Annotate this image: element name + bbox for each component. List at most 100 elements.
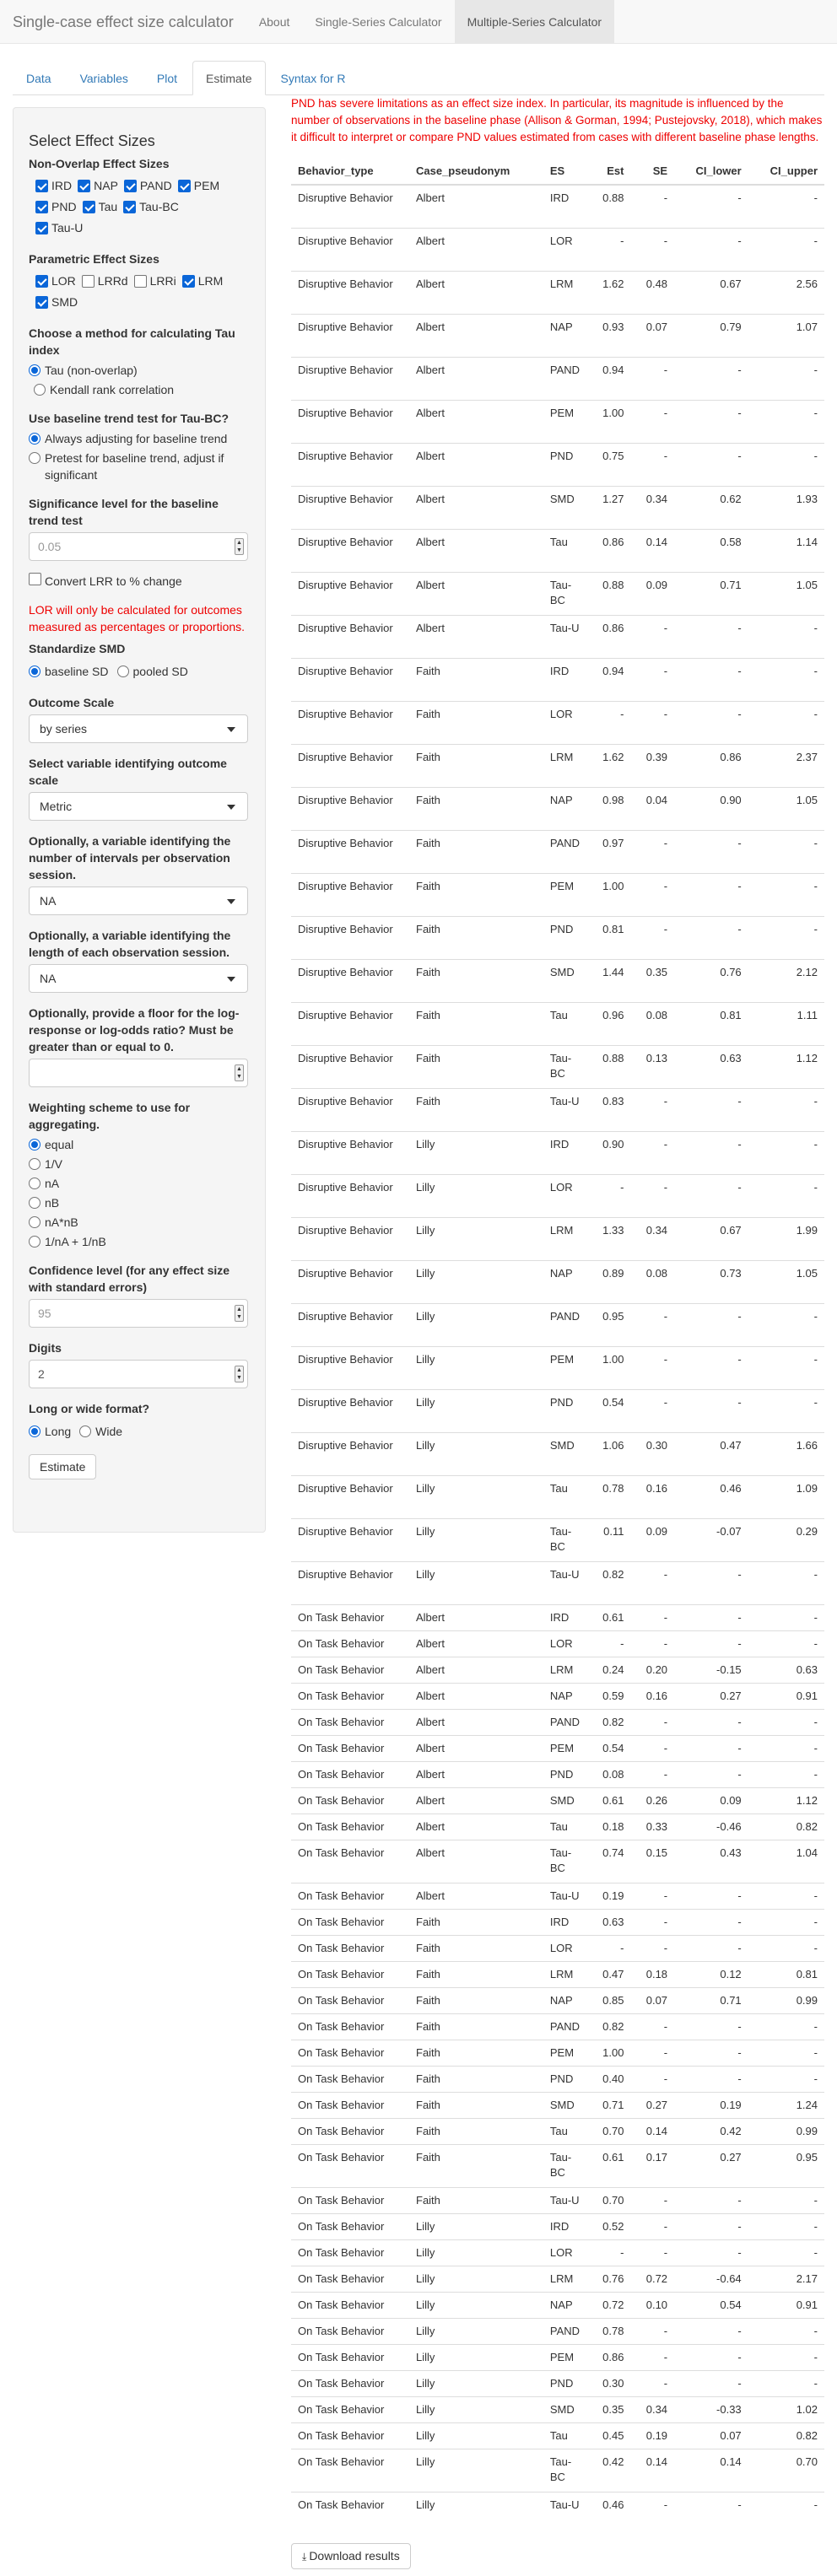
column-header[interactable]: SE	[630, 154, 675, 186]
radio-icon[interactable]	[29, 1178, 40, 1189]
table-cell: Disruptive Behavior	[291, 657, 409, 701]
column-header[interactable]: Case_pseudonym	[409, 154, 543, 186]
checkbox-lrrd[interactable]: LRRd	[81, 271, 128, 292]
checkbox-icon[interactable]	[35, 180, 48, 192]
radio-option[interactable]: Long	[29, 1423, 71, 1440]
radio-icon[interactable]	[29, 1216, 40, 1228]
radio-icon[interactable]	[29, 364, 40, 376]
radio-option[interactable]: Tau (non-overlap)	[29, 362, 250, 379]
radio-option[interactable]: pooled SD	[116, 663, 188, 680]
radio-option[interactable]: Always adjusting for baseline trend	[29, 430, 250, 447]
baseline-trend-radios: Always adjusting for baseline trend Prete…	[29, 430, 250, 483]
download-results-button[interactable]: ⤓ Download results	[291, 2543, 411, 2569]
significance-input[interactable]: 0.05 ▲ ▼	[29, 532, 248, 561]
radio-icon[interactable]	[79, 1425, 92, 1437]
checkbox-icon[interactable]	[133, 275, 147, 288]
checkbox-nap[interactable]: NAP	[78, 175, 118, 197]
spinner-icon[interactable]: ▲ ▼	[235, 1305, 244, 1322]
checkbox-icon[interactable]	[177, 180, 191, 192]
convert-lrr-checkbox[interactable]: Convert LRR to % change	[29, 573, 250, 590]
radio-icon[interactable]	[29, 666, 40, 677]
column-header[interactable]: Behavior_type	[291, 154, 409, 186]
table-cell: -	[630, 2065, 675, 2092]
table-cell: Albert	[409, 614, 543, 658]
radio-option[interactable]: Kendall rank correlation	[29, 381, 250, 398]
table-cell: Disruptive Behavior	[291, 1345, 409, 1389]
radio-icon[interactable]	[116, 666, 129, 677]
checkbox-tau-bc[interactable]: Tau-BC	[123, 197, 179, 218]
nav-about[interactable]: About	[246, 0, 303, 43]
radio-option[interactable]: Wide	[79, 1423, 122, 1440]
table-cell: -	[630, 2369, 675, 2396]
column-header[interactable]: CI_upper	[748, 154, 824, 186]
checkbox-pand[interactable]: PAND	[123, 175, 172, 197]
checkbox-tau-u[interactable]: Tau-U	[35, 218, 83, 239]
outcome-scale-select[interactable]: by series	[29, 714, 248, 743]
spinner-icon[interactable]: ▲ ▼	[235, 1366, 244, 1382]
floor-input[interactable]: ▲ ▼	[29, 1059, 248, 1087]
radio-option[interactable]: nA*nB	[29, 1214, 250, 1231]
checkbox-ird[interactable]: IRD	[35, 175, 72, 197]
checkbox-icon[interactable]	[35, 222, 48, 234]
table-cell: 0.29	[748, 1517, 824, 1561]
radio-option[interactable]: 1/nA + 1/nB	[29, 1233, 250, 1250]
checkbox-icon[interactable]	[123, 201, 137, 213]
checkbox-lor[interactable]: LOR	[35, 271, 76, 292]
tab-syntax[interactable]: Syntax for R	[267, 61, 359, 94]
tab-data[interactable]: Data	[13, 61, 65, 94]
table-cell: -	[630, 1302, 675, 1346]
checkbox-label: PEM	[193, 179, 220, 192]
radio-icon[interactable]	[29, 452, 40, 464]
checkbox-tau[interactable]: Tau	[82, 197, 117, 218]
spinner-icon[interactable]: ▲ ▼	[235, 538, 244, 555]
radio-option[interactable]: baseline SD	[29, 663, 109, 680]
radio-icon[interactable]	[29, 1236, 40, 1248]
table-cell: 0.45	[586, 2422, 631, 2449]
column-header[interactable]: CI_lower	[674, 154, 748, 186]
estimate-button[interactable]: Estimate	[29, 1454, 97, 1479]
checkbox-icon[interactable]	[81, 275, 94, 288]
app-brand[interactable]: Single-case effect size calculator	[0, 0, 246, 43]
spinner-icon[interactable]: ▲ ▼	[235, 1064, 244, 1081]
radio-option[interactable]: equal	[29, 1136, 250, 1153]
table-cell: Disruptive Behavior	[291, 1087, 409, 1131]
table-cell: Faith	[409, 1908, 543, 1935]
radio-option[interactable]: Pretest for baseline trend, adjust if si…	[29, 450, 250, 483]
checkbox-icon[interactable]	[181, 275, 195, 288]
checkbox-icon[interactable]	[35, 201, 48, 213]
radio-icon[interactable]	[29, 1425, 40, 1437]
checkbox-icon[interactable]	[29, 573, 41, 585]
variable-scale-select[interactable]: Metric	[29, 792, 248, 821]
radio-icon[interactable]	[29, 1197, 40, 1209]
digits-input[interactable]: 2 ▲ ▼	[29, 1360, 248, 1388]
checkbox-icon[interactable]	[82, 201, 95, 213]
tab-variables[interactable]: Variables	[67, 61, 142, 94]
radio-option[interactable]: 1/V	[29, 1156, 250, 1172]
checkbox-pnd[interactable]: PND	[35, 197, 77, 218]
radio-icon[interactable]	[34, 384, 46, 396]
checkbox-smd[interactable]: SMD	[35, 292, 78, 313]
length-select[interactable]: NA	[29, 964, 248, 993]
table-cell: 1.04	[748, 1839, 824, 1883]
tau-method-group: Choose a method for calculating Tau inde…	[29, 325, 250, 398]
radio-icon[interactable]	[29, 1139, 40, 1151]
checkbox-icon[interactable]	[35, 275, 48, 288]
checkbox-lrm[interactable]: LRM	[181, 271, 223, 292]
column-header[interactable]: Est	[586, 154, 631, 186]
checkbox-lrri[interactable]: LRRi	[133, 271, 176, 292]
checkbox-pem[interactable]: PEM	[177, 175, 220, 197]
tab-plot[interactable]: Plot	[143, 61, 191, 94]
checkbox-icon[interactable]	[78, 180, 91, 192]
nav-single-series[interactable]: Single-Series Calculator	[302, 0, 454, 43]
radio-option[interactable]: nA	[29, 1175, 250, 1192]
intervals-select[interactable]: NA	[29, 887, 248, 915]
radio-option[interactable]: nB	[29, 1194, 250, 1211]
radio-icon[interactable]	[29, 433, 40, 445]
radio-icon[interactable]	[29, 1158, 40, 1170]
checkbox-icon[interactable]	[35, 296, 48, 309]
confidence-input[interactable]: 95 ▲ ▼	[29, 1299, 248, 1328]
column-header[interactable]: ES	[543, 154, 587, 186]
nav-multiple-series[interactable]: Multiple-Series Calculator	[454, 0, 615, 43]
checkbox-icon[interactable]	[123, 180, 137, 192]
tab-estimate[interactable]: Estimate	[192, 61, 266, 95]
